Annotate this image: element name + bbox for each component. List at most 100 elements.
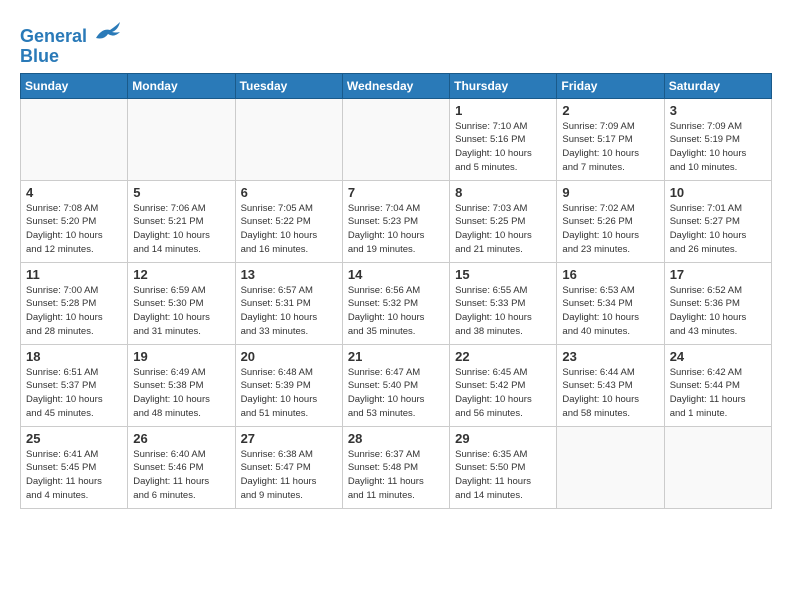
calendar-cell: 28Sunrise: 6:37 AM Sunset: 5:48 PM Dayli… xyxy=(342,426,449,508)
day-number: 15 xyxy=(455,267,551,282)
day-number: 6 xyxy=(241,185,337,200)
day-info: Sunrise: 7:03 AM Sunset: 5:25 PM Dayligh… xyxy=(455,202,551,257)
day-info: Sunrise: 6:55 AM Sunset: 5:33 PM Dayligh… xyxy=(455,284,551,339)
calendar-cell: 6 Sunrise: 7:05 AM Sunset: 5:22 PM Daylig… xyxy=(235,180,342,262)
day-number: 10 xyxy=(670,185,766,200)
day-info: Sunrise: 6:49 AM Sunset: 5:38 PM Dayligh… xyxy=(133,366,229,421)
day-info: Sunrise: 6:51 AM Sunset: 5:37 PM Dayligh… xyxy=(26,366,122,421)
day-number: 14 xyxy=(348,267,444,282)
calendar-cell: 3 Sunrise: 7:09 AM Sunset: 5:19 PM Daylig… xyxy=(664,98,771,180)
day-info: Sunrise: 6:44 AM Sunset: 5:43 PM Dayligh… xyxy=(562,366,658,421)
week-row-2: 11 Sunrise: 7:00 AM Sunset: 5:28 PM Dayli… xyxy=(21,262,772,344)
weekday-saturday: Saturday xyxy=(664,73,771,98)
day-info: Sunrise: 6:37 AM Sunset: 5:48 PM Dayligh… xyxy=(348,448,444,503)
day-number: 19 xyxy=(133,349,229,364)
week-row-0: 1 Sunrise: 7:10 AM Sunset: 5:16 PM Daylig… xyxy=(21,98,772,180)
day-info: Sunrise: 7:04 AM Sunset: 5:23 PM Dayligh… xyxy=(348,202,444,257)
day-info: Sunrise: 6:59 AM Sunset: 5:30 PM Dayligh… xyxy=(133,284,229,339)
calendar-cell: 10 Sunrise: 7:01 AM Sunset: 5:27 PM Dayli… xyxy=(664,180,771,262)
day-info: Sunrise: 6:41 AM Sunset: 5:45 PM Dayligh… xyxy=(26,448,122,503)
weekday-thursday: Thursday xyxy=(450,73,557,98)
day-number: 25 xyxy=(26,431,122,446)
day-info: Sunrise: 6:42 AM Sunset: 5:44 PM Dayligh… xyxy=(670,366,766,421)
weekday-sunday: Sunday xyxy=(21,73,128,98)
day-info: Sunrise: 6:35 AM Sunset: 5:50 PM Dayligh… xyxy=(455,448,551,503)
page: General Blue SundayMondayTuesdayWednesda… xyxy=(0,0,792,519)
calendar-cell: 27 Sunrise: 6:38 AM Sunset: 5:47 PM Dayli… xyxy=(235,426,342,508)
weekday-header-row: SundayMondayTuesdayWednesdayThursdayFrid… xyxy=(21,73,772,98)
day-info: Sunrise: 7:06 AM Sunset: 5:21 PM Dayligh… xyxy=(133,202,229,257)
day-number: 21 xyxy=(348,349,444,364)
weekday-tuesday: Tuesday xyxy=(235,73,342,98)
calendar-cell xyxy=(21,98,128,180)
day-info: Sunrise: 6:38 AM Sunset: 5:47 PM Dayligh… xyxy=(241,448,337,503)
day-info: Sunrise: 7:10 AM Sunset: 5:16 PM Dayligh… xyxy=(455,120,551,175)
day-number: 3 xyxy=(670,103,766,118)
calendar-cell: 4 Sunrise: 7:08 AM Sunset: 5:20 PM Daylig… xyxy=(21,180,128,262)
calendar-cell: 20 Sunrise: 6:48 AM Sunset: 5:39 PM Dayli… xyxy=(235,344,342,426)
week-row-3: 18 Sunrise: 6:51 AM Sunset: 5:37 PM Dayli… xyxy=(21,344,772,426)
calendar-cell xyxy=(557,426,664,508)
day-number: 20 xyxy=(241,349,337,364)
calendar-cell: 17 Sunrise: 6:52 AM Sunset: 5:36 PM Dayli… xyxy=(664,262,771,344)
day-number: 8 xyxy=(455,185,551,200)
calendar-cell: 8 Sunrise: 7:03 AM Sunset: 5:25 PM Daylig… xyxy=(450,180,557,262)
day-info: Sunrise: 7:05 AM Sunset: 5:22 PM Dayligh… xyxy=(241,202,337,257)
logo-bird-icon xyxy=(94,20,122,42)
day-info: Sunrise: 7:00 AM Sunset: 5:28 PM Dayligh… xyxy=(26,284,122,339)
calendar-cell: 14Sunrise: 6:56 AM Sunset: 5:32 PM Dayli… xyxy=(342,262,449,344)
day-info: Sunrise: 6:45 AM Sunset: 5:42 PM Dayligh… xyxy=(455,366,551,421)
calendar-cell: 16Sunrise: 6:53 AM Sunset: 5:34 PM Dayli… xyxy=(557,262,664,344)
day-number: 29 xyxy=(455,431,551,446)
calendar-cell: 19 Sunrise: 6:49 AM Sunset: 5:38 PM Dayli… xyxy=(128,344,235,426)
day-number: 27 xyxy=(241,431,337,446)
logo-text: General xyxy=(20,20,122,47)
day-info: Sunrise: 6:47 AM Sunset: 5:40 PM Dayligh… xyxy=(348,366,444,421)
day-number: 1 xyxy=(455,103,551,118)
day-number: 24 xyxy=(670,349,766,364)
day-info: Sunrise: 6:52 AM Sunset: 5:36 PM Dayligh… xyxy=(670,284,766,339)
calendar-cell: 21 Sunrise: 6:47 AM Sunset: 5:40 PM Dayli… xyxy=(342,344,449,426)
calendar-cell: 7Sunrise: 7:04 AM Sunset: 5:23 PM Daylig… xyxy=(342,180,449,262)
calendar-cell: 11 Sunrise: 7:00 AM Sunset: 5:28 PM Dayli… xyxy=(21,262,128,344)
day-info: Sunrise: 7:01 AM Sunset: 5:27 PM Dayligh… xyxy=(670,202,766,257)
calendar-cell: 1 Sunrise: 7:10 AM Sunset: 5:16 PM Daylig… xyxy=(450,98,557,180)
day-info: Sunrise: 6:48 AM Sunset: 5:39 PM Dayligh… xyxy=(241,366,337,421)
day-number: 23 xyxy=(562,349,658,364)
logo-general: General xyxy=(20,26,87,46)
day-info: Sunrise: 6:57 AM Sunset: 5:31 PM Dayligh… xyxy=(241,284,337,339)
weekday-wednesday: Wednesday xyxy=(342,73,449,98)
calendar-cell: 13 Sunrise: 6:57 AM Sunset: 5:31 PM Dayli… xyxy=(235,262,342,344)
calendar-cell: 2 Sunrise: 7:09 AM Sunset: 5:17 PM Daylig… xyxy=(557,98,664,180)
logo-blue: Blue xyxy=(20,47,122,67)
day-info: Sunrise: 6:40 AM Sunset: 5:46 PM Dayligh… xyxy=(133,448,229,503)
calendar-cell: 22Sunrise: 6:45 AM Sunset: 5:42 PM Dayli… xyxy=(450,344,557,426)
day-number: 26 xyxy=(133,431,229,446)
calendar-cell xyxy=(235,98,342,180)
day-number: 18 xyxy=(26,349,122,364)
calendar-cell: 15 Sunrise: 6:55 AM Sunset: 5:33 PM Dayli… xyxy=(450,262,557,344)
day-number: 9 xyxy=(562,185,658,200)
day-info: Sunrise: 7:02 AM Sunset: 5:26 PM Dayligh… xyxy=(562,202,658,257)
day-number: 5 xyxy=(133,185,229,200)
day-number: 4 xyxy=(26,185,122,200)
day-number: 12 xyxy=(133,267,229,282)
calendar-cell: 25 Sunrise: 6:41 AM Sunset: 5:45 PM Dayli… xyxy=(21,426,128,508)
calendar-cell: 29 Sunrise: 6:35 AM Sunset: 5:50 PM Dayli… xyxy=(450,426,557,508)
day-info: Sunrise: 7:09 AM Sunset: 5:17 PM Dayligh… xyxy=(562,120,658,175)
calendar-table: SundayMondayTuesdayWednesdayThursdayFrid… xyxy=(20,73,772,509)
day-number: 2 xyxy=(562,103,658,118)
calendar-cell xyxy=(664,426,771,508)
calendar-cell xyxy=(128,98,235,180)
calendar-cell: 24 Sunrise: 6:42 AM Sunset: 5:44 PM Dayli… xyxy=(664,344,771,426)
day-info: Sunrise: 7:09 AM Sunset: 5:19 PM Dayligh… xyxy=(670,120,766,175)
week-row-1: 4 Sunrise: 7:08 AM Sunset: 5:20 PM Daylig… xyxy=(21,180,772,262)
day-info: Sunrise: 7:08 AM Sunset: 5:20 PM Dayligh… xyxy=(26,202,122,257)
header: General Blue xyxy=(20,16,772,67)
day-number: 13 xyxy=(241,267,337,282)
weekday-monday: Monday xyxy=(128,73,235,98)
calendar-cell: 12 Sunrise: 6:59 AM Sunset: 5:30 PM Dayli… xyxy=(128,262,235,344)
day-number: 17 xyxy=(670,267,766,282)
logo: General Blue xyxy=(20,20,122,67)
day-number: 11 xyxy=(26,267,122,282)
